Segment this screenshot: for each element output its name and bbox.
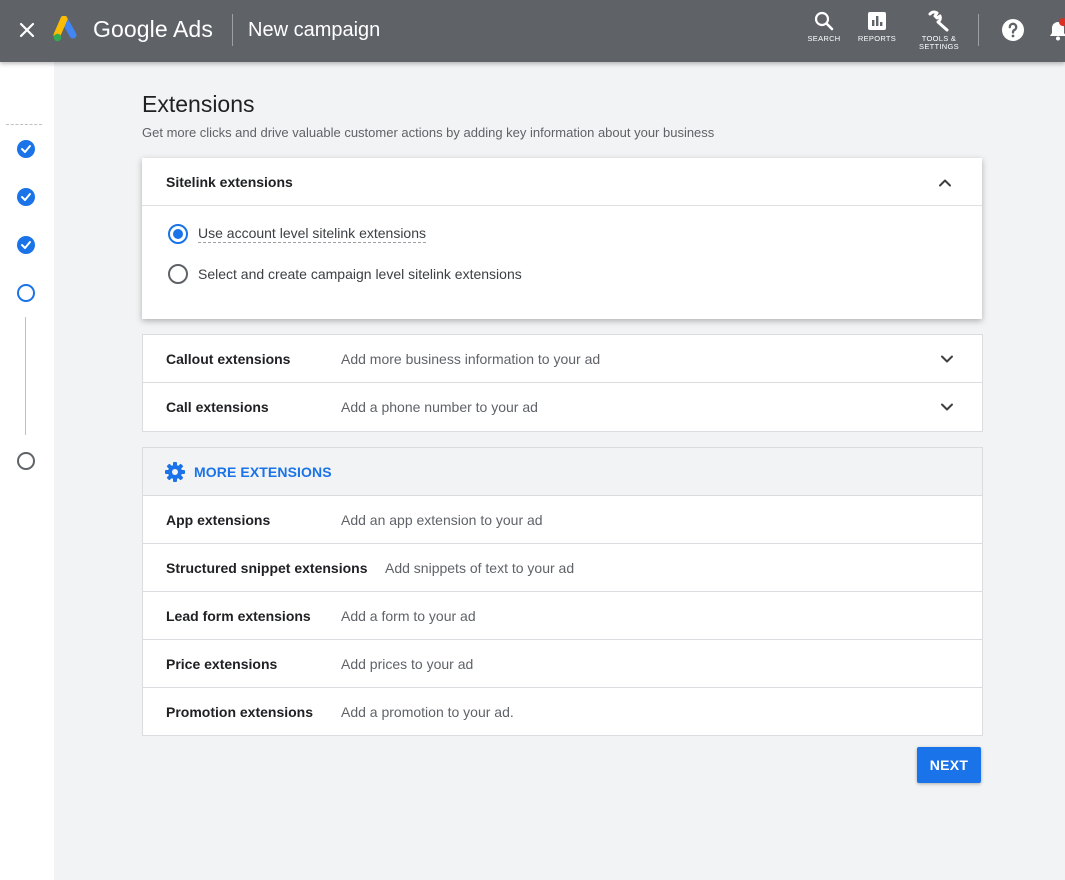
radio-button-selected[interactable] [168,224,188,244]
step-5-todo-icon[interactable] [17,452,35,470]
reports-tool-label: REPORTS [857,34,897,43]
extension-name: Price extensions [166,655,278,672]
radio-account-level-label: Use account level sitelink extensions [198,225,427,243]
extension-name: Callout extensions [166,350,291,367]
extension-desc: Add snippets of text to your ad [385,559,575,576]
radio-campaign-level-label: Select and create campaign level sitelin… [198,266,522,282]
price-extensions-row[interactable]: Price extensions Add prices to your ad [143,640,982,688]
more-extensions-label: MORE EXTENSIONS [194,463,332,480]
extensions-list: Callout extensions Add more business inf… [142,334,983,432]
extension-name: App extensions [166,511,271,528]
extension-name: Call extensions [166,399,269,415]
campaign-stepper [0,62,54,880]
page-subtitle: Get more clicks and drive valuable custo… [142,125,715,140]
extension-name: Structured snippet extensions [166,559,368,576]
google-ads-logo-icon [52,15,82,44]
campaign-title: New campaign [248,19,381,41]
extension-name: Promotion extensions [166,704,314,720]
extension-name: Lead form extensions [166,607,311,624]
extension-desc: Add a form to your ad [341,607,476,624]
extension-desc: Add prices to your ad [341,655,474,672]
callout-extensions-row[interactable]: Callout extensions Add more business inf… [143,335,982,383]
tools-label-line2: SETTINGS [919,42,959,51]
more-extensions-panel: MORE EXTENSIONS App extensions Add an ap… [142,447,983,736]
more-extensions-toggle[interactable]: MORE EXTENSIONS [143,448,982,496]
sitelink-header[interactable]: Sitelink extensions [142,158,982,206]
gear-icon [165,461,185,482]
sitelink-extensions-panel: Sitelink extensions Use account level si… [142,158,982,319]
radio-account-level[interactable]: Use account level sitelink extensions [168,224,427,244]
reports-icon [868,12,886,30]
wrench-icon [928,10,949,32]
next-button[interactable]: NEXT [917,747,981,783]
search-icon [814,11,834,31]
step-2-done-icon[interactable] [17,188,35,206]
extension-desc: Add a promotion to your ad. [341,704,514,720]
help-icon[interactable] [1001,18,1025,42]
brand-name: Google Ads [93,16,213,42]
tools-settings-button[interactable]: TOOLS & SETTINGS [914,10,964,51]
top-app-bar: Google Ads New campaign SEARCH REPORTS T… [0,0,1065,62]
reports-tool-button[interactable]: REPORTS [857,10,897,43]
page-title: Extensions [142,91,255,117]
lead-form-extensions-row[interactable]: Lead form extensions Add a form to your … [143,592,982,640]
extension-desc: Add a phone number to your ad [341,399,538,415]
extension-desc: Add an app extension to your ad [341,511,543,528]
chevron-up-icon[interactable] [936,174,954,192]
stepper-dash [6,124,42,125]
close-icon[interactable] [14,17,40,43]
stepper-line [25,317,26,435]
search-tool-button[interactable]: SEARCH [806,10,842,43]
call-extensions-row[interactable]: Call extensions Add a phone number to yo… [143,383,982,431]
sitelink-title: Sitelink extensions [166,173,293,190]
radio-campaign-level[interactable]: Select and create campaign level sitelin… [168,264,522,284]
header-divider [232,14,233,46]
structured-snippet-extensions-row[interactable]: Structured snippet extensions Add snippe… [143,544,982,592]
header-divider-right [978,14,979,46]
app-extensions-row[interactable]: App extensions Add an app extension to y… [143,496,982,544]
promotion-extensions-row[interactable]: Promotion extensions Add a promotion to … [143,688,982,736]
step-4-current-icon[interactable] [17,284,35,302]
step-3-done-icon[interactable] [17,236,35,254]
step-1-done-icon[interactable] [17,140,35,158]
chevron-down-icon[interactable] [938,398,956,416]
radio-button-unselected[interactable] [168,264,188,284]
search-tool-label: SEARCH [807,34,841,43]
chevron-down-icon[interactable] [938,350,956,368]
notifications-bell-icon[interactable] [1046,18,1065,42]
extension-desc: Add more business information to your ad [341,350,601,367]
